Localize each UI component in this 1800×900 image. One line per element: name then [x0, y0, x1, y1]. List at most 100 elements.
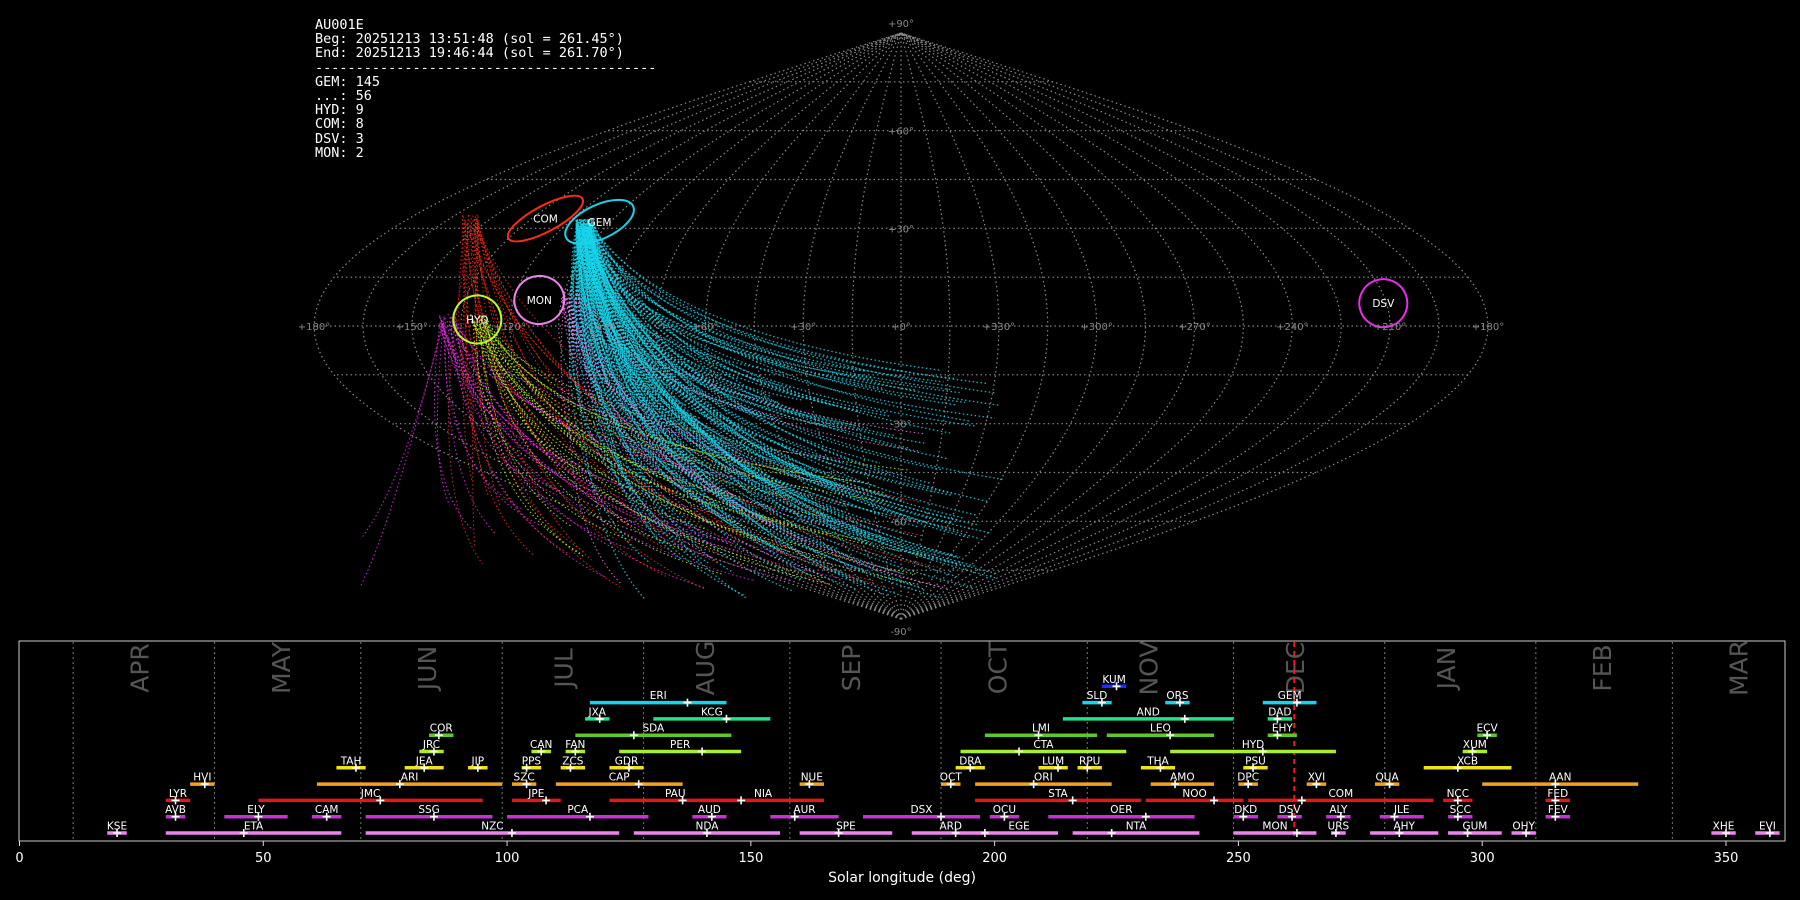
shower-label: CAN: [530, 739, 552, 751]
shower-label: THA: [1146, 755, 1169, 767]
shower-label: ZCS: [562, 755, 584, 767]
shower-label: OHY: [1512, 821, 1535, 833]
meteor-track: [360, 322, 444, 540]
month-label: DEC: [1281, 642, 1310, 695]
x-tick-label: 150: [738, 851, 763, 866]
shower-dsv: DSV: [1277, 804, 1302, 821]
shower-scc: SCC: [1448, 804, 1473, 821]
latitude-label: -90°: [890, 627, 911, 638]
shower-label: AAN: [1549, 772, 1572, 784]
shower-label: DAD: [1268, 706, 1291, 718]
meteor-track: [466, 214, 586, 554]
meteor-track: [584, 229, 966, 404]
shower-label: OER: [1110, 804, 1132, 816]
longitude-label: +90°: [594, 322, 620, 333]
meteor-track: [359, 316, 445, 588]
latitude-label: -30°: [890, 420, 911, 431]
latitude-label: +30°: [888, 224, 914, 235]
x-tick-label: 50: [255, 851, 272, 866]
shower-ecv: ECV: [1477, 723, 1499, 740]
shower-lyr: LYR: [165, 788, 191, 805]
shower-fan: FAN: [565, 739, 585, 756]
shower-label: DRA: [959, 755, 982, 767]
longitude-label: +180°: [298, 322, 330, 333]
meteor-track: [472, 220, 942, 569]
shower-label: JIP: [471, 755, 485, 767]
shower-oct: OCT: [940, 772, 963, 789]
meteor-track: [582, 223, 964, 519]
shower-label: ECV: [1477, 723, 1499, 735]
month-label: APR: [125, 643, 154, 693]
shower-dad: DAD: [1267, 706, 1293, 723]
month-label: JUN: [413, 646, 442, 692]
radiant-label: MON: [527, 295, 552, 307]
shower-label: JEA: [415, 755, 434, 767]
longitude-label: +300°: [1080, 322, 1112, 333]
shower-label: NCC: [1447, 788, 1470, 800]
shower-label: ORI: [1034, 772, 1053, 784]
shower-label: XVI: [1308, 772, 1325, 784]
shower-label: RPU: [1079, 755, 1100, 767]
shower-label: PPS: [522, 755, 542, 767]
x-axis: 0 50 100 150 200 250 300 350: [15, 841, 1738, 866]
shower-xum: XUM: [1462, 739, 1488, 756]
shower-label: SCC: [1450, 804, 1471, 816]
month-label: SEP: [837, 645, 866, 692]
meteor-track: [589, 228, 972, 422]
meteor-track: [589, 227, 819, 473]
x-axis-label: Solar longitude (deg): [828, 870, 976, 886]
shower-avb: AVB: [165, 804, 186, 821]
shower-label: AMO: [1170, 772, 1195, 784]
x-tick-label: 350: [1714, 851, 1739, 866]
shower-label: DSX: [911, 804, 933, 816]
radiant-label: COM: [533, 214, 558, 226]
meteor-track: [436, 318, 450, 506]
shower-label: FED: [1547, 788, 1568, 800]
shower-label: HYD: [1242, 739, 1264, 751]
shower-pps: PPS: [521, 755, 542, 772]
longitude-label: +210°: [1374, 322, 1406, 333]
longitude-label: +60°: [692, 322, 718, 333]
shower-can: CAN: [530, 739, 552, 756]
shower-psu: PSU: [1243, 755, 1268, 772]
shower-label: JLE: [1393, 804, 1410, 816]
shower-label: EHY: [1272, 723, 1294, 735]
shower-label: XCB: [1457, 755, 1478, 767]
shower-label: CAP: [609, 772, 630, 784]
shower-label: AVB: [165, 804, 186, 816]
longitude-label: +330°: [983, 322, 1015, 333]
shower-szc: SZC: [511, 772, 537, 789]
month-label: MAR: [1725, 640, 1754, 696]
longitude-label: +180°: [1472, 322, 1504, 333]
meteor-track: [563, 294, 951, 590]
shower-label: LEO: [1150, 723, 1171, 735]
shower-hvi: HVI: [190, 772, 215, 789]
shower-label: COR: [430, 723, 453, 735]
shower-label: DPC: [1237, 772, 1259, 784]
shower-dra: DRA: [955, 755, 985, 772]
meteor-track: [585, 229, 886, 390]
shower-label: EGE: [1008, 821, 1029, 833]
meteor-tracks: [359, 214, 1004, 600]
shower-label: OCT: [940, 772, 963, 784]
shower-label: PSU: [1245, 755, 1266, 767]
longitude-label: +30°: [790, 322, 816, 333]
month-label: JUL: [550, 648, 579, 690]
shower-label: DSV: [1279, 804, 1302, 816]
shower-label: COM: [1328, 788, 1353, 800]
shower-label: NUE: [801, 772, 823, 784]
shower-jrc: JRC: [419, 739, 444, 756]
x-tick-label: 250: [1226, 851, 1251, 866]
shower-label: KUM: [1102, 674, 1125, 686]
shower-ocu: OCU: [989, 804, 1020, 821]
shower-label: GUM: [1462, 821, 1487, 833]
shower-label: ORS: [1166, 690, 1189, 702]
shower-label: LUM: [1042, 755, 1064, 767]
shower-label: STA: [1048, 788, 1068, 800]
shower-label: QUA: [1376, 772, 1400, 784]
shower-label: NTA: [1126, 821, 1147, 833]
radiant-label: GEM: [588, 217, 612, 229]
shower-rpu: RPU: [1077, 755, 1102, 772]
shower-fev: FEV: [1545, 804, 1570, 821]
shower-label: SZC: [514, 772, 535, 784]
